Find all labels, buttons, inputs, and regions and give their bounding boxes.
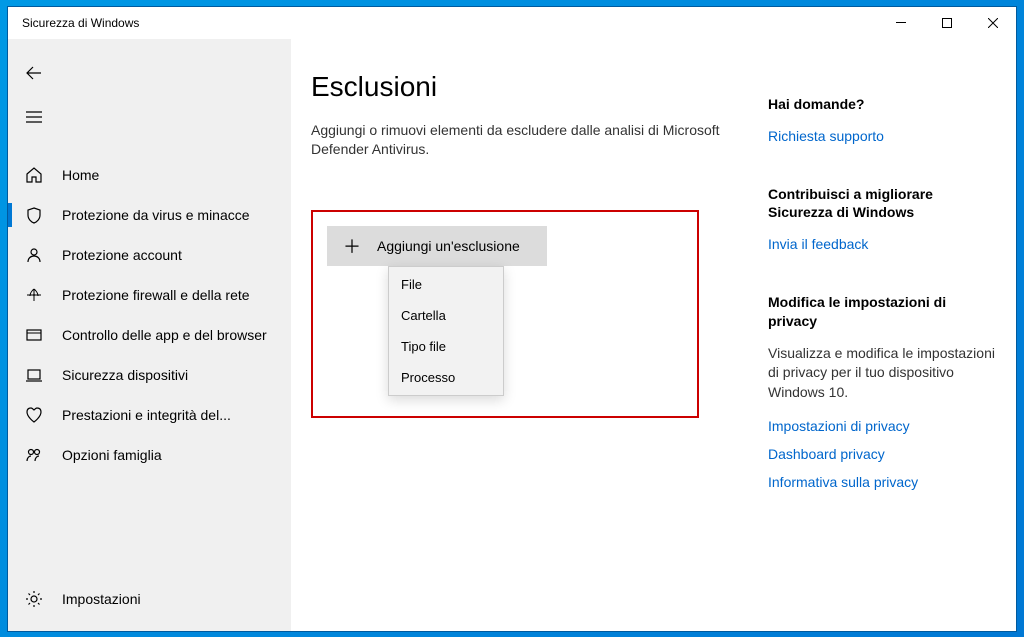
- device-icon: [24, 365, 44, 385]
- window-controls: [878, 7, 1016, 39]
- section-text: Visualizza e modifica le impostazioni di…: [768, 344, 996, 403]
- sidebar-item-app-control[interactable]: Controllo delle app e del browser: [8, 315, 291, 355]
- exclusion-dropdown: File Cartella Tipo file Processo: [388, 266, 504, 396]
- shield-icon: [24, 205, 44, 225]
- sidebar-item-family[interactable]: Opzioni famiglia: [8, 435, 291, 475]
- nav-label: Prestazioni e integrità del...: [62, 407, 231, 423]
- sidebar-footer: Impostazioni: [8, 579, 291, 631]
- sidebar-item-settings[interactable]: Impostazioni: [8, 579, 291, 619]
- sidebar-item-home[interactable]: Home: [8, 155, 291, 195]
- minimize-button[interactable]: [878, 7, 924, 39]
- section-heading: Modifica le impostazioni di privacy: [768, 293, 996, 329]
- account-icon: [24, 245, 44, 265]
- body: Home Protezione da virus e minacce Prote…: [8, 39, 1016, 631]
- titlebar: Sicurezza di Windows: [8, 7, 1016, 39]
- app-window: Sicurezza di Windows: [7, 6, 1017, 632]
- privacy-section: Modifica le impostazioni di privacy Visu…: [768, 293, 996, 491]
- sidebar-item-account-protection[interactable]: Protezione account: [8, 235, 291, 275]
- nav-label: Protezione firewall e della rete: [62, 287, 250, 303]
- nav: Home Protezione da virus e minacce Prote…: [8, 155, 291, 579]
- sidebar-item-device-security[interactable]: Sicurezza dispositivi: [8, 355, 291, 395]
- privacy-dashboard-link[interactable]: Dashboard privacy: [768, 445, 996, 463]
- sidebar-item-virus-protection[interactable]: Protezione da virus e minacce: [8, 195, 291, 235]
- exclusion-box: ＋ Aggiungi un'esclusione File Cartella T…: [311, 210, 699, 418]
- nav-label: Impostazioni: [62, 591, 141, 607]
- privacy-statement-link[interactable]: Informativa sulla privacy: [768, 473, 996, 491]
- nav-label: Controllo delle app e del browser: [62, 327, 267, 343]
- dropdown-item-folder[interactable]: Cartella: [389, 300, 503, 331]
- back-arrow-icon: [26, 66, 42, 80]
- minimize-icon: [896, 22, 906, 23]
- sidebar-item-health[interactable]: Prestazioni e integrità del...: [8, 395, 291, 435]
- content: Esclusioni Aggiungi o rimuovi elementi d…: [291, 39, 1016, 631]
- close-button[interactable]: [970, 7, 1016, 39]
- add-button-label: Aggiungi un'esclusione: [377, 238, 520, 254]
- nav-label: Protezione da virus e minacce: [62, 207, 250, 223]
- maximize-icon: [942, 18, 952, 28]
- add-exclusion-button[interactable]: ＋ Aggiungi un'esclusione: [327, 226, 547, 266]
- nav-label: Protezione account: [62, 247, 182, 263]
- dropdown-item-filetype[interactable]: Tipo file: [389, 331, 503, 362]
- hamburger-button[interactable]: [14, 97, 54, 137]
- feedback-section: Contribuisci a migliorare Sicurezza di W…: [768, 185, 996, 254]
- section-heading: Hai domande?: [768, 95, 996, 113]
- sidebar-item-firewall[interactable]: Protezione firewall e della rete: [8, 275, 291, 315]
- hamburger-icon: [26, 111, 42, 123]
- gear-icon: [24, 589, 44, 609]
- nav-label: Sicurezza dispositivi: [62, 367, 188, 383]
- dropdown-item-file[interactable]: File: [389, 269, 503, 300]
- help-section: Hai domande? Richiesta supporto: [768, 95, 996, 145]
- page-description: Aggiungi o rimuovi elementi da escludere…: [311, 121, 741, 160]
- send-feedback-link[interactable]: Invia il feedback: [768, 235, 996, 253]
- firewall-icon: [24, 285, 44, 305]
- home-icon: [24, 165, 44, 185]
- back-button[interactable]: [14, 53, 54, 93]
- page-title: Esclusioni: [311, 71, 748, 103]
- family-icon: [24, 445, 44, 465]
- nav-label: Opzioni famiglia: [62, 447, 162, 463]
- main: Esclusioni Aggiungi o rimuovi elementi d…: [291, 39, 768, 631]
- privacy-settings-link[interactable]: Impostazioni di privacy: [768, 417, 996, 435]
- app-browser-icon: [24, 325, 44, 345]
- maximize-button[interactable]: [924, 7, 970, 39]
- health-icon: [24, 405, 44, 425]
- dropdown-item-process[interactable]: Processo: [389, 362, 503, 393]
- right-panel: Hai domande? Richiesta supporto Contribu…: [768, 39, 1016, 631]
- support-request-link[interactable]: Richiesta supporto: [768, 127, 996, 145]
- nav-label: Home: [62, 167, 99, 183]
- close-icon: [988, 18, 998, 28]
- window-title: Sicurezza di Windows: [22, 16, 139, 30]
- section-heading: Contribuisci a migliorare Sicurezza di W…: [768, 185, 996, 221]
- sidebar: Home Protezione da virus e minacce Prote…: [8, 39, 291, 631]
- plus-icon: ＋: [343, 233, 361, 259]
